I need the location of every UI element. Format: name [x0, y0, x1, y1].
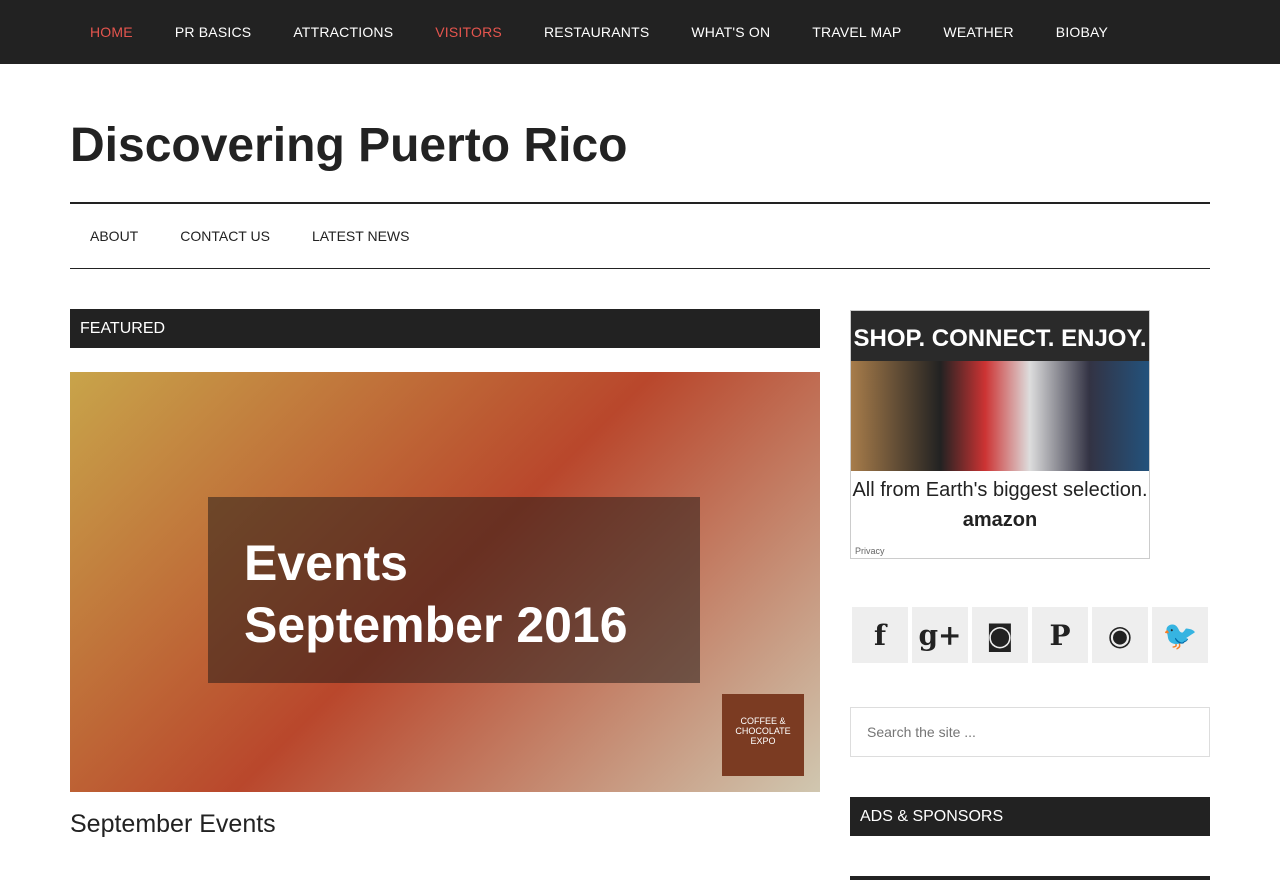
featured-heading: FEATURED — [70, 309, 820, 348]
instagram-icon[interactable]: ◙ — [972, 607, 1028, 663]
ad-headline: SHOP. CONNECT. ENJOY. — [851, 311, 1149, 361]
site-title[interactable]: Discovering Puerto Rico — [70, 118, 627, 173]
widget-divider — [850, 876, 1210, 880]
image-text-events: Events — [244, 535, 408, 591]
twitter-icon[interactable]: 🐦 — [1152, 607, 1208, 663]
featured-image[interactable]: Events September 2016 COFFEE & CHOCOLATE … — [70, 372, 820, 792]
social-icons: f g+ ◙ P ◉ 🐦 — [852, 607, 1208, 663]
amazon-logo: amazon — [962, 509, 1038, 531]
expo-logo: COFFEE & CHOCOLATE EXPO — [722, 694, 804, 776]
ad-tagline: All from Earth's biggest selection. — [852, 479, 1148, 501]
top-nav: HOME PR BASICS ATTRACTIONS VISITORS REST… — [0, 0, 1280, 64]
facebook-icon[interactable]: f — [852, 607, 908, 663]
amazon-ad[interactable]: SHOP. CONNECT. ENJOY. All from Earth's b… — [850, 310, 1150, 559]
rss-icon[interactable]: ◉ — [1092, 607, 1148, 663]
nav-whats-on[interactable]: WHAT'S ON — [671, 0, 792, 64]
nav-latest-news[interactable]: LATEST NEWS — [292, 204, 432, 268]
nav-restaurants[interactable]: RESTAURANTS — [524, 0, 671, 64]
nav-biobay[interactable]: BIOBAY — [1036, 0, 1130, 64]
image-text-date: September 2016 — [244, 597, 628, 653]
ad-privacy-link[interactable]: Privacy — [855, 546, 885, 556]
post-title[interactable]: September Events — [70, 810, 276, 839]
nav-pr-basics[interactable]: PR BASICS — [155, 0, 274, 64]
nav-home[interactable]: HOME — [70, 0, 155, 64]
search-input[interactable] — [850, 707, 1210, 757]
google-plus-icon[interactable]: g+ — [912, 607, 968, 663]
ad-products-image — [851, 361, 1149, 471]
image-overlay: Events September 2016 — [208, 497, 700, 683]
nav-contact-us[interactable]: CONTACT US — [160, 204, 292, 268]
ads-sponsors-heading: ADS & SPONSORS — [850, 797, 1210, 836]
nav-travel-map[interactable]: TRAVEL MAP — [792, 0, 923, 64]
pinterest-icon[interactable]: P — [1032, 607, 1088, 663]
secondary-nav: ABOUT CONTACT US LATEST NEWS — [70, 202, 1210, 269]
nav-about[interactable]: ABOUT — [70, 204, 160, 268]
nav-attractions[interactable]: ATTRACTIONS — [273, 0, 415, 64]
nav-weather[interactable]: WEATHER — [923, 0, 1035, 64]
nav-visitors[interactable]: VISITORS — [415, 0, 524, 64]
